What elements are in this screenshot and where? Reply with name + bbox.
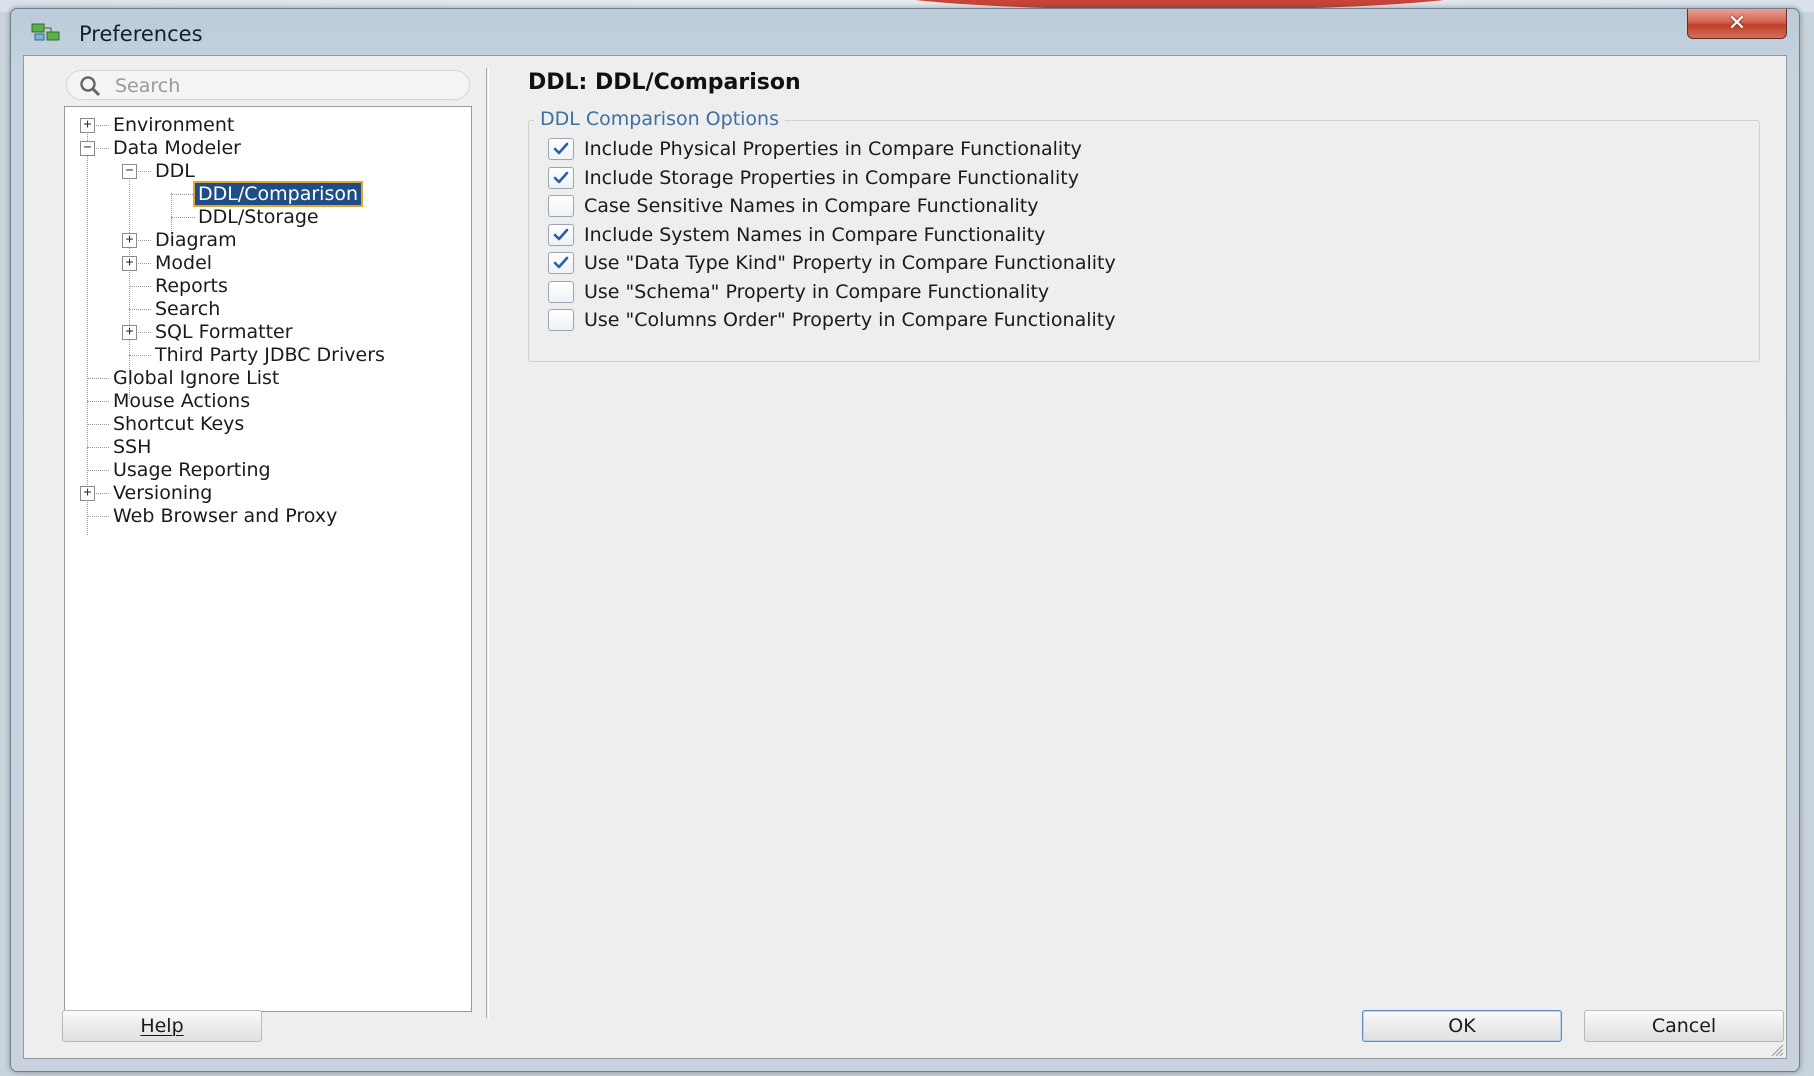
option-label: Use "Columns Order" Property in Compare … [584, 309, 1116, 331]
resize-grip-icon[interactable] [1770, 1042, 1784, 1057]
tree-item-label: Environment [113, 114, 235, 136]
tree-item-label: DDL/Comparison [192, 181, 364, 207]
tree-connector [171, 217, 195, 218]
tree-item-label: DDL/Storage [198, 206, 319, 228]
tree-connector [87, 401, 109, 402]
tree-item-label: Third Party JDBC Drivers [155, 344, 385, 366]
tree-connector [87, 378, 109, 379]
tree-item-label: Reports [155, 275, 228, 297]
expand-icon[interactable]: + [122, 256, 137, 271]
option-checkbox[interactable] [548, 309, 574, 331]
ok-button-label: OK [1448, 1015, 1476, 1037]
cancel-button[interactable]: Cancel [1584, 1010, 1784, 1042]
option-checkbox[interactable] [548, 252, 574, 274]
option-label: Use "Data Type Kind" Property in Compare… [584, 252, 1116, 274]
option-label: Use "Schema" Property in Compare Functio… [584, 280, 1050, 303]
checkmark-icon [553, 171, 569, 183]
checkmark-icon [553, 256, 569, 269]
dialog-client-area: + − − + + + + Environment Data Modeler D… [23, 55, 1787, 1059]
tree-connector [87, 447, 109, 448]
preferences-dialog: Preferences ✕ Search + − − + + + + Envir… [10, 8, 1800, 1072]
search-input[interactable] [115, 74, 455, 98]
tree-connector [87, 125, 88, 535]
option-label: Include Physical Properties in Compare F… [584, 138, 1082, 160]
tree-connector [87, 424, 109, 425]
tree-item-label: Data Modeler [113, 137, 241, 159]
option-label: Include System Names in Compare Function… [584, 223, 1046, 246]
tree-item-label: Global Ignore List [113, 367, 280, 389]
option-row[interactable]: Use "Data Type Kind" Property in Compare… [548, 250, 1116, 276]
expand-icon[interactable]: + [122, 325, 137, 340]
tree-item-label: DDL [155, 160, 195, 182]
expand-icon[interactable]: + [80, 486, 95, 501]
cancel-button-label: Cancel [1651, 1015, 1717, 1037]
tree-item-label: Diagram [155, 229, 237, 251]
tree-item-label: Search [155, 298, 221, 320]
option-label: Case Sensitive Names in Compare Function… [584, 195, 1039, 217]
tree-item-label: SQL Formatter [155, 321, 293, 343]
tree-item-label: SSH [113, 436, 152, 458]
tree-item-label: Usage Reporting [113, 459, 271, 481]
option-row[interactable]: Case Sensitive Names in Compare Function… [548, 193, 1039, 219]
tree-item-label: Versioning [113, 482, 213, 504]
close-button[interactable]: ✕ [1687, 9, 1787, 39]
tree-connector [129, 286, 151, 287]
tree-item-web-browser-and-proxy[interactable]: Web Browser and Proxy [113, 503, 337, 529]
tree-connector [129, 355, 151, 356]
group-title: DDL Comparison Options [534, 108, 785, 130]
option-row[interactable]: Include System Names in Compare Function… [548, 222, 1045, 248]
close-icon: ✕ [1727, 11, 1747, 36]
window-title: Preferences [79, 22, 203, 46]
tree-connector [171, 194, 195, 195]
tree-item-label: Model [155, 252, 213, 274]
tree-connector [87, 516, 109, 517]
title-bar[interactable]: Preferences ✕ [11, 9, 1799, 55]
option-checkbox[interactable] [548, 166, 574, 189]
option-checkbox[interactable] [548, 195, 574, 217]
tree-item-label: Mouse Actions [113, 390, 251, 412]
checkmark-icon [553, 228, 569, 240]
tree-connector [129, 309, 151, 310]
search-icon [79, 75, 101, 97]
checkmark-icon [553, 142, 569, 155]
tree-item-label: Web Browser and Proxy [113, 505, 338, 527]
option-checkbox[interactable] [548, 138, 574, 160]
option-row[interactable]: Include Physical Properties in Compare F… [548, 136, 1082, 162]
search-field[interactable] [66, 70, 470, 100]
option-row[interactable]: Use "Schema" Property in Compare Functio… [548, 279, 1049, 305]
ok-button[interactable]: OK [1362, 1010, 1562, 1042]
tree-connector [87, 470, 109, 471]
expand-icon[interactable]: + [80, 118, 95, 133]
option-checkbox[interactable] [548, 223, 574, 246]
help-button-label: Help [140, 1015, 184, 1037]
help-button[interactable]: Help [62, 1010, 262, 1042]
expand-icon[interactable]: + [122, 233, 137, 248]
collapse-icon[interactable]: − [80, 141, 95, 156]
tree-item-ddl[interactable]: DDL [155, 158, 195, 184]
option-row[interactable]: Use "Columns Order" Property in Compare … [548, 307, 1115, 333]
option-label: Include Storage Properties in Compare Fu… [584, 166, 1079, 189]
tree-item-label: Shortcut Keys [113, 413, 245, 435]
panel-splitter[interactable] [486, 68, 489, 1018]
collapse-icon[interactable]: − [122, 164, 137, 179]
option-checkbox[interactable] [548, 280, 574, 303]
preferences-tree[interactable]: + − − + + + + Environment Data Modeler D… [64, 106, 472, 1012]
preferences-app-icon [31, 21, 61, 43]
page-title: DDL: DDL/Comparison [528, 70, 801, 95]
option-row[interactable]: Include Storage Properties in Compare Fu… [548, 165, 1079, 191]
